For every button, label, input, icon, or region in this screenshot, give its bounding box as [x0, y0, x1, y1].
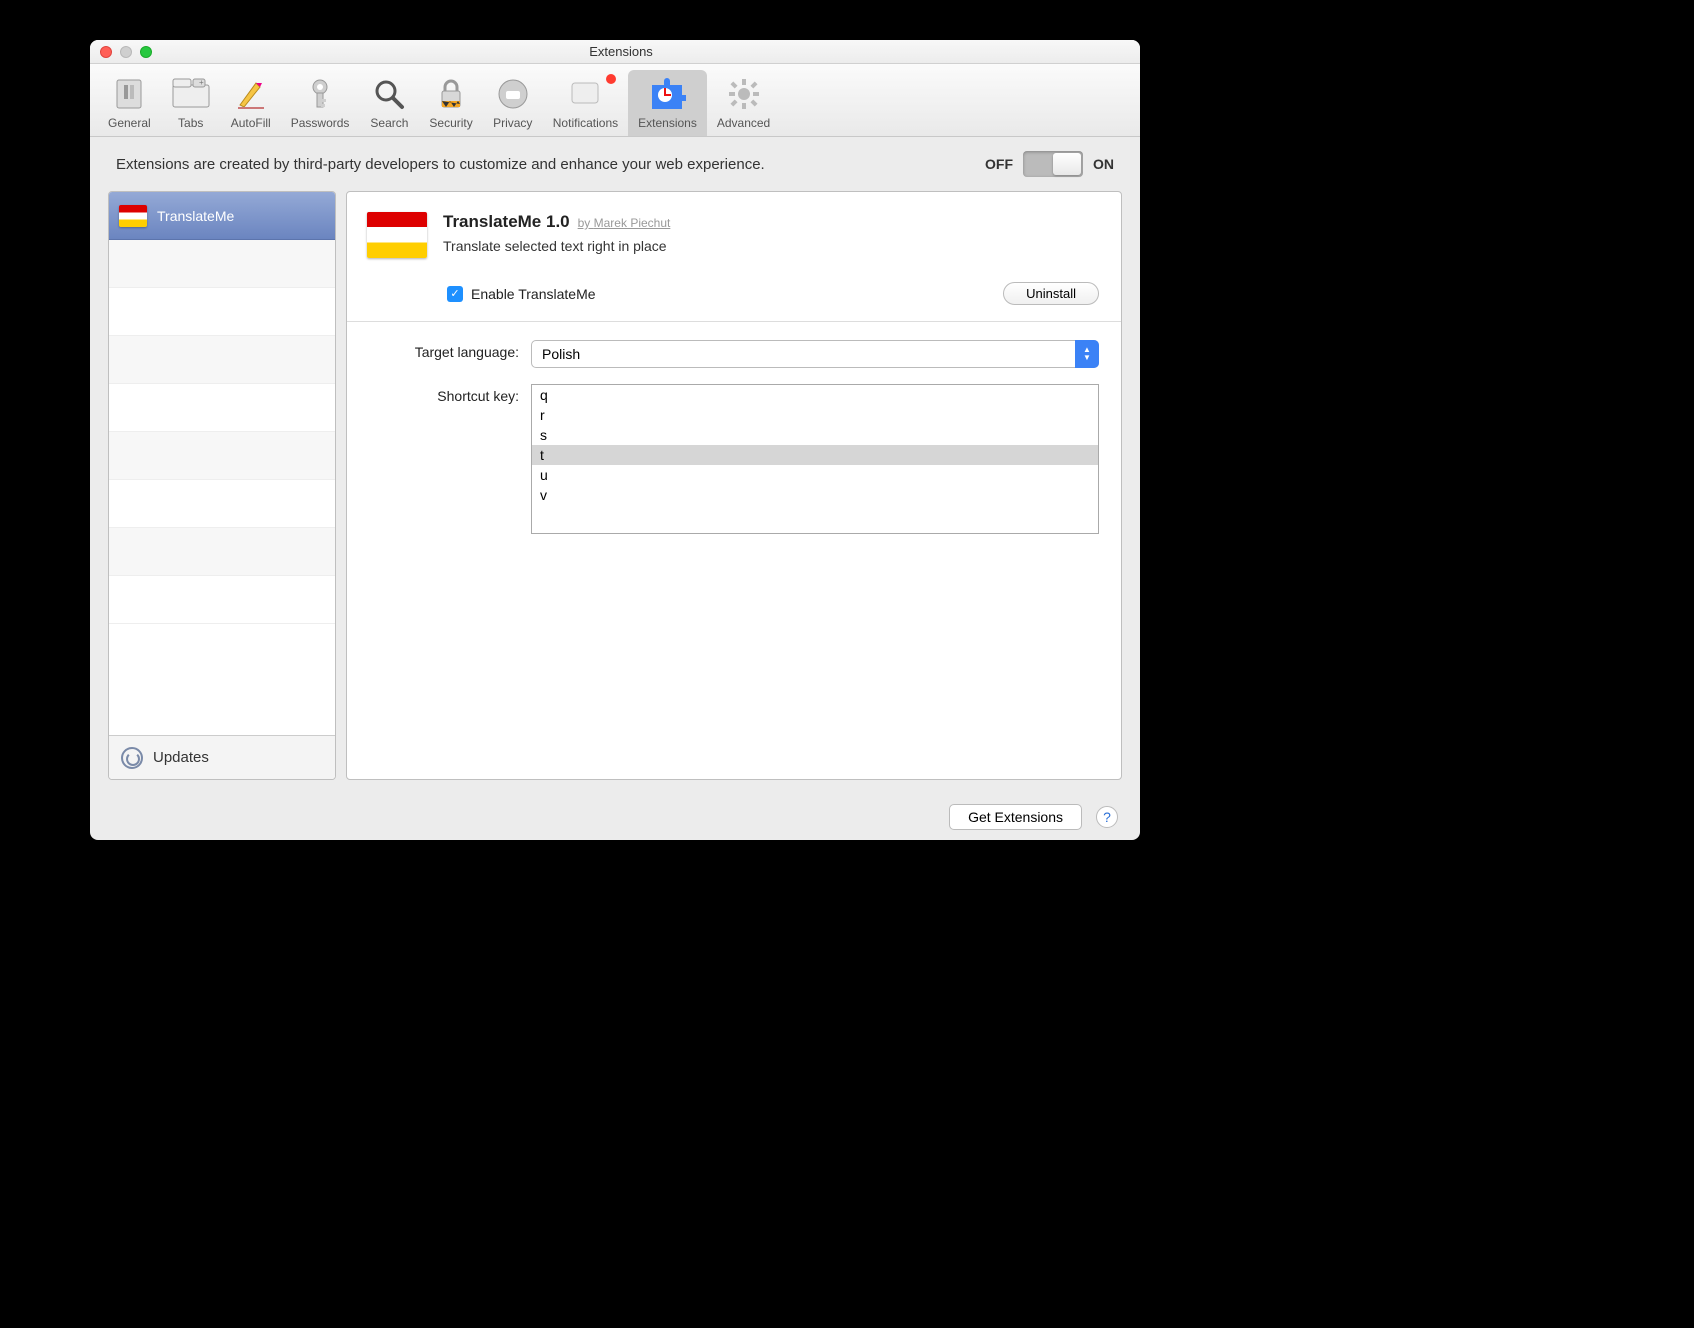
help-button[interactable]: ? [1096, 806, 1118, 828]
tab-label: Security [429, 116, 472, 130]
target-language-value: Polish [531, 340, 1099, 368]
extensions-sidebar: TranslateMe Updates [108, 191, 336, 780]
sidebar-item-label: TranslateMe [157, 208, 234, 224]
passwords-icon [300, 74, 340, 114]
extension-header: TranslateMe 1.0 by Marek Piechut Transla… [347, 192, 1121, 272]
tab-tabs[interactable]: + Tabs [161, 70, 221, 136]
extension-detail-pane: TranslateMe 1.0 by Marek Piechut Transla… [346, 191, 1122, 780]
extensions-master-toggle-group: OFF ON [985, 151, 1114, 177]
notifications-icon [565, 74, 605, 114]
enable-label: Enable TranslateMe [471, 286, 596, 302]
tab-label: Advanced [717, 116, 770, 130]
list-item[interactable]: q [532, 385, 1098, 405]
extensions-master-toggle[interactable] [1023, 151, 1083, 177]
enable-extension-checkbox[interactable]: ✓ [447, 286, 463, 302]
shortcut-key-listbox[interactable]: q r s t u v [531, 384, 1099, 534]
shortcut-key-label: Shortcut key: [369, 384, 519, 404]
extension-author-link[interactable]: by Marek Piechut [578, 216, 671, 230]
tab-security[interactable]: Security [419, 70, 482, 136]
list-item [109, 576, 335, 624]
tab-notifications[interactable]: Notifications [543, 70, 628, 136]
list-item[interactable]: r [532, 405, 1098, 425]
target-language-label: Target language: [369, 340, 519, 360]
tab-autofill[interactable]: AutoFill [221, 70, 281, 136]
search-icon [369, 74, 409, 114]
preferences-toolbar: General + Tabs AutoFill Passwords Search [90, 64, 1140, 137]
tab-label: Notifications [553, 116, 618, 130]
tab-label: Search [370, 116, 408, 130]
extension-flag-icon [367, 212, 427, 258]
updates-label: Updates [153, 749, 209, 766]
tab-label: Privacy [493, 116, 532, 130]
tab-label: Tabs [178, 116, 203, 130]
list-item [109, 240, 335, 288]
close-window-button[interactable] [100, 46, 112, 58]
advanced-icon [724, 74, 764, 114]
extension-settings: Target language: Polish ▲▼ Shortcut key:… [347, 322, 1121, 552]
enable-row: ✓ Enable TranslateMe Uninstall [347, 272, 1121, 322]
traffic-lights [100, 46, 152, 58]
list-item [109, 480, 335, 528]
extension-title-row: TranslateMe 1.0 by Marek Piechut [443, 212, 1101, 232]
list-item [109, 384, 335, 432]
window-title: Extensions [152, 44, 1090, 59]
autofill-icon [231, 74, 271, 114]
preferences-window: Extensions General + Tabs AutoFill P [90, 40, 1140, 840]
tab-label: Passwords [291, 116, 350, 130]
tab-passwords[interactable]: Passwords [281, 70, 360, 136]
tab-search[interactable]: Search [359, 70, 419, 136]
toggle-knob [1053, 153, 1081, 175]
tab-privacy[interactable]: Privacy [483, 70, 543, 136]
target-language-select[interactable]: Polish ▲▼ [531, 340, 1099, 368]
extensions-description: Extensions are created by third-party de… [116, 154, 965, 175]
general-icon [109, 74, 149, 114]
tab-advanced[interactable]: Advanced [707, 70, 780, 136]
get-extensions-button[interactable]: Get Extensions [949, 804, 1082, 830]
toggle-on-label: ON [1093, 156, 1114, 172]
chevron-updown-icon: ▲▼ [1075, 340, 1099, 368]
tab-extensions[interactable]: Extensions [628, 70, 707, 136]
toggle-off-label: OFF [985, 156, 1013, 172]
extensions-icon [647, 74, 687, 114]
security-icon [431, 74, 471, 114]
zoom-window-button[interactable] [140, 46, 152, 58]
tab-label: AutoFill [231, 116, 271, 130]
tab-general[interactable]: General [98, 70, 161, 136]
extensions-header: Extensions are created by third-party de… [90, 137, 1140, 191]
extension-description: Translate selected text right in place [443, 238, 1101, 254]
tab-label: General [108, 116, 151, 130]
main-content: TranslateMe Updates Trans [90, 191, 1140, 794]
list-item [109, 432, 335, 480]
titlebar: Extensions [90, 40, 1140, 64]
privacy-icon [493, 74, 533, 114]
list-item [109, 528, 335, 576]
sidebar-item-translateme[interactable]: TranslateMe [109, 192, 335, 240]
uninstall-button[interactable]: Uninstall [1003, 282, 1099, 305]
list-item[interactable]: t [532, 445, 1098, 465]
extension-flag-icon [119, 205, 147, 227]
minimize-window-button[interactable] [120, 46, 132, 58]
svg-text:+: + [199, 78, 204, 87]
extension-title: TranslateMe 1.0 [443, 212, 570, 232]
notification-badge-icon [606, 74, 616, 84]
list-item [109, 288, 335, 336]
shortcut-key-row: Shortcut key: q r s t u v [369, 384, 1099, 534]
tab-label: Extensions [638, 116, 697, 130]
list-item[interactable]: s [532, 425, 1098, 445]
list-item [109, 336, 335, 384]
list-item[interactable]: v [532, 485, 1098, 505]
list-item[interactable]: u [532, 465, 1098, 485]
updates-icon [121, 747, 143, 769]
sidebar-updates-button[interactable]: Updates [109, 735, 335, 779]
target-language-row: Target language: Polish ▲▼ [369, 340, 1099, 368]
tabs-icon: + [171, 74, 211, 114]
window-footer: Get Extensions ? [90, 794, 1140, 840]
